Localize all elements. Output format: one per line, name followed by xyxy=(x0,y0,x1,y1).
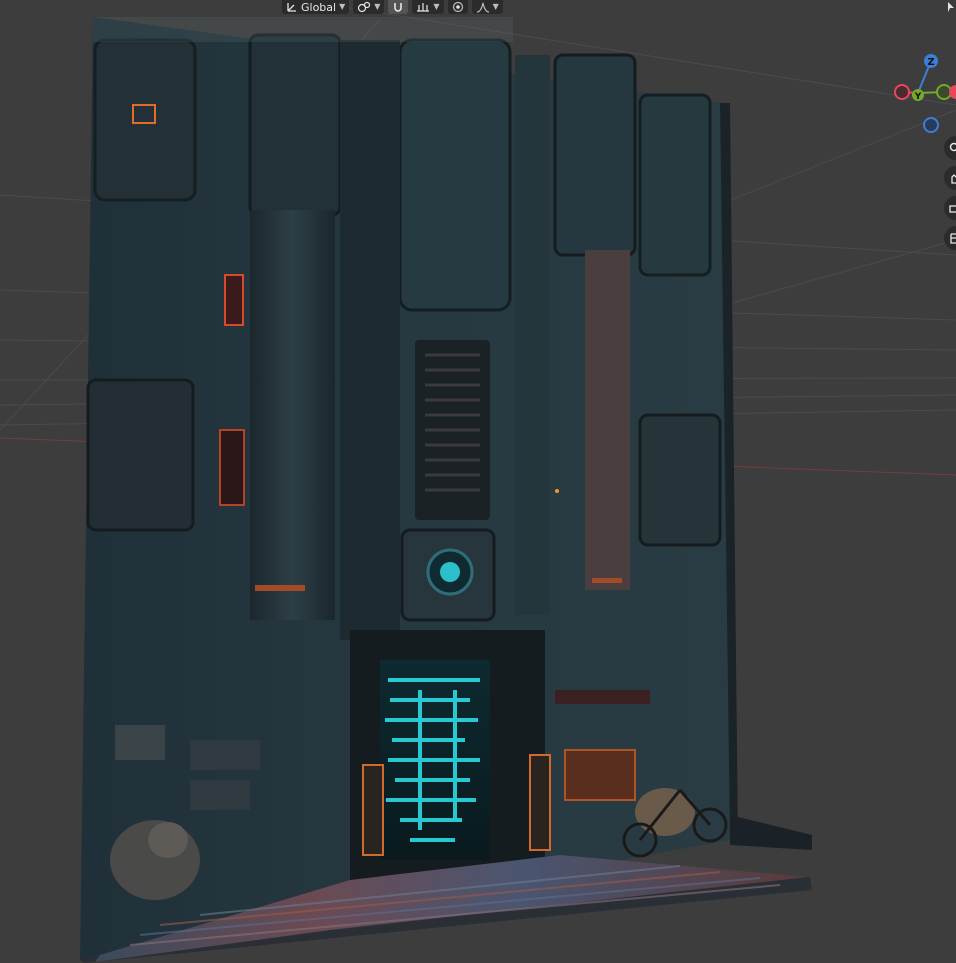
viewport-header: Global ▼ ▼ ▼ ▼ xyxy=(282,0,503,14)
falloff-curve-icon xyxy=(476,2,489,13)
chevron-down-icon: ▼ xyxy=(433,2,440,11)
navigation-gizmo[interactable]: Z Y xyxy=(890,50,956,140)
camera-view-icon xyxy=(949,205,956,213)
pan-hand-icon xyxy=(951,174,956,184)
transform-orientation-dropdown[interactable]: Global ▼ xyxy=(282,0,350,14)
object-origin xyxy=(555,489,559,493)
snap-toggle[interactable] xyxy=(388,0,409,14)
3d-viewport[interactable]: Global ▼ ▼ ▼ ▼ Z Y xyxy=(0,0,956,963)
neg-x-axis-handle[interactable] xyxy=(894,84,910,100)
neg-y-axis-handle[interactable] xyxy=(936,84,952,100)
proportional-editing-icon xyxy=(452,1,463,13)
pivot-point-dropdown[interactable]: ▼ xyxy=(353,0,385,14)
snap-increment-icon xyxy=(417,3,430,12)
neg-z-axis-handle[interactable] xyxy=(923,117,939,133)
chevron-down-icon: ▼ xyxy=(374,2,381,11)
proportional-editing-toggle[interactable] xyxy=(447,0,468,14)
building-plane[interactable] xyxy=(0,0,956,963)
snap-magnet-icon xyxy=(394,3,403,12)
z-axis-label: Z xyxy=(927,57,934,68)
transform-orientation-label: Global xyxy=(301,0,337,14)
chevron-down-icon: ▼ xyxy=(492,2,499,11)
zoom-magnifier-icon xyxy=(949,142,956,152)
proportional-falloff-dropdown[interactable]: ▼ xyxy=(471,0,503,14)
perspective-grid-icon xyxy=(950,233,956,244)
global-orientation-icon xyxy=(287,3,296,12)
pivot-point-icon xyxy=(358,1,371,13)
y-axis-label: Y xyxy=(914,92,922,102)
snap-target-dropdown[interactable]: ▼ xyxy=(412,0,444,14)
cursor-tool-icon[interactable] xyxy=(944,0,956,14)
chevron-down-icon: ▼ xyxy=(339,2,346,11)
